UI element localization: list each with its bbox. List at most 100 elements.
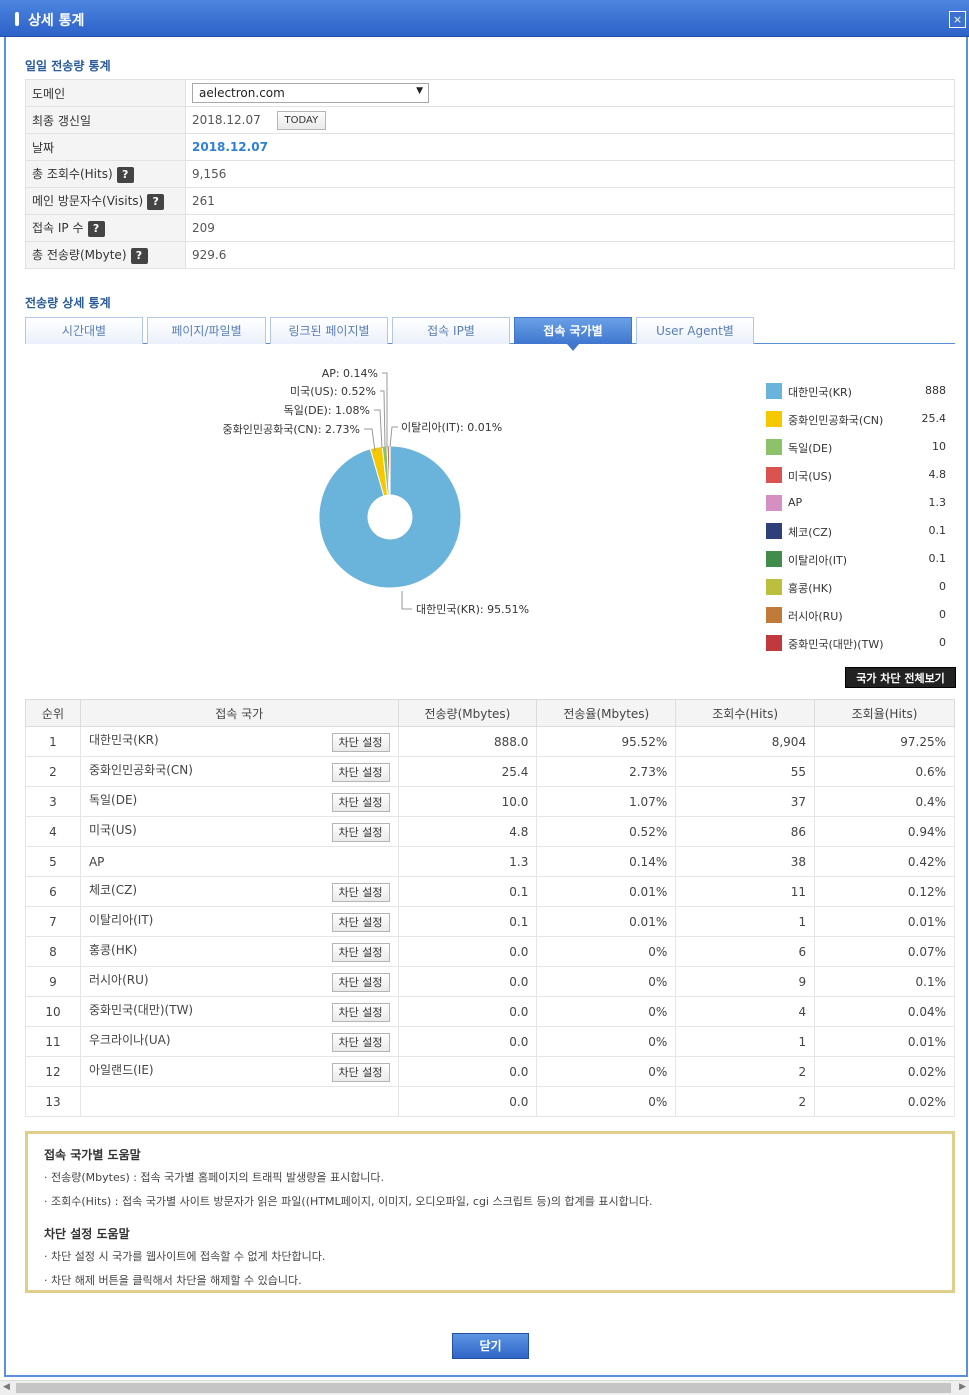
cell-rank: 12	[25, 1056, 81, 1087]
legend-value: 25.4	[921, 412, 947, 425]
cell-transfer: 0.0	[397, 966, 538, 997]
tab-user-agent[interactable]: User Agent별	[636, 317, 754, 344]
country-name: 독일(DE)	[88, 793, 138, 807]
pie-slice-label: 대한민국(KR): 95.51%	[416, 603, 529, 616]
tab-country-label: 접속 국가별	[543, 324, 603, 338]
block-setting-button[interactable]: 차단 설정	[331, 913, 390, 932]
daily-info-table: 도메인 aelectron.com ▼ 최종 갱신일 2018.12.07 TO…	[25, 79, 955, 269]
country-name: 아일랜드(IE)	[88, 1063, 154, 1077]
row-date: 날짜 2018.12.07	[25, 133, 955, 161]
pie-leader-line	[401, 591, 412, 610]
legend-name: 이탈리아(IT)	[788, 554, 848, 567]
help-icon[interactable]: ?	[147, 193, 165, 210]
legend-name: 중화민국(대만)(TW)	[788, 638, 884, 651]
ips-value: 209	[185, 214, 955, 242]
cell-hit-rate: 0.1%	[814, 966, 955, 997]
table-row: 9 차단 설정 러시아(RU) 0.0 0% 9 0.1%	[25, 966, 955, 997]
legend-name: 홍콩(HK)	[788, 582, 833, 595]
date-label: 날짜	[25, 133, 186, 161]
table-row: 13 0.0 0% 2 0.02%	[25, 1086, 955, 1117]
cell-transfer: 10.0	[397, 786, 538, 817]
cell-transfer-rate: 0.01%	[536, 906, 677, 937]
cell-transfer: 25.4	[397, 756, 538, 787]
cell-rank: 4	[25, 816, 81, 847]
block-setting-button[interactable]: 차단 설정	[331, 793, 390, 812]
pie-slice-label: 중화인민공화국(CN): 2.73%	[223, 423, 360, 436]
today-button[interactable]: TODAY	[276, 110, 327, 130]
scroll-left-icon[interactable]: ◀	[3, 1382, 10, 1392]
legend-value: 0.1	[928, 524, 947, 537]
tab-ip[interactable]: 접속 IP별	[392, 317, 510, 344]
legend-item: 중화인민공화국(CN) 25.4	[766, 406, 948, 434]
cell-country: 차단 설정 대한민국(KR)	[79, 726, 399, 757]
cell-hits: 1	[675, 906, 816, 937]
legend-name: 체코(CZ)	[788, 526, 833, 539]
legend-item: 홍콩(HK) 0	[766, 574, 948, 602]
domain-select[interactable]: aelectron.com ▼	[192, 83, 429, 103]
cell-country: 차단 설정 독일(DE)	[79, 786, 399, 817]
legend-swatch	[766, 579, 782, 595]
legend-swatch	[766, 411, 782, 427]
cell-rank: 8	[25, 936, 81, 967]
tab-time[interactable]: 시간대별	[25, 317, 143, 344]
cell-country: 차단 설정 중화인민공화국(CN)	[79, 756, 399, 787]
block-setting-button[interactable]: 차단 설정	[331, 823, 390, 842]
block-setting-button[interactable]: 차단 설정	[331, 1003, 390, 1022]
cell-rank: 2	[25, 756, 81, 787]
help-icon[interactable]: ?	[130, 247, 148, 264]
active-tab-caret-icon	[567, 344, 579, 351]
pie-slices	[318, 445, 462, 589]
country-stats-table: 순위 접속 국가 전송량(Mbytes) 전송율(Mbytes) 조회수(Hit…	[25, 699, 955, 1117]
tab-linked-page[interactable]: 링크된 페이지별	[270, 317, 388, 344]
country-name: AP	[88, 854, 105, 869]
block-setting-button[interactable]: 차단 설정	[331, 1063, 390, 1082]
detail-tabs: 시간대별 페이지/파일별 링크된 페이지별 접속 IP별 접속 국가별 User…	[25, 317, 955, 351]
table-row: 10 차단 설정 중화민국(대만)(TW) 0.0 0% 4 0.04%	[25, 996, 955, 1027]
scroll-right-icon[interactable]: ▶	[959, 1382, 966, 1392]
cell-rank: 7	[25, 906, 81, 937]
legend-value: 10	[932, 440, 946, 453]
cell-hit-rate: 0.6%	[814, 756, 955, 787]
country-name: 대한민국(KR)	[88, 733, 159, 747]
cell-country: 차단 설정 러시아(RU)	[79, 966, 399, 997]
row-ips: 접속 IP 수? 209	[25, 214, 955, 242]
transfer-value: 929.6	[185, 241, 955, 269]
cell-hit-rate: 0.01%	[814, 1026, 955, 1057]
help-icon[interactable]: ?	[116, 166, 134, 183]
block-setting-button[interactable]: 차단 설정	[331, 733, 390, 752]
cell-transfer: 0.1	[397, 906, 538, 937]
cell-hits: 9	[675, 966, 816, 997]
cell-hit-rate: 0.4%	[814, 786, 955, 817]
horizontal-scrollbar[interactable]: ◀ ▶	[0, 1380, 969, 1395]
table-row: 5 AP 1.3 0.14% 38 0.42%	[25, 846, 955, 877]
cell-country: 차단 설정 이탈리아(IT)	[79, 906, 399, 937]
table-row: 8 차단 설정 홍콩(HK) 0.0 0% 6 0.07%	[25, 936, 955, 967]
legend-item: 이탈리아(IT) 0.1	[766, 546, 948, 574]
block-setting-button[interactable]: 차단 설정	[331, 973, 390, 992]
header-transfer: 전송량(Mbytes)	[397, 699, 538, 727]
row-updated: 최종 갱신일 2018.12.07 TODAY	[25, 106, 955, 134]
block-setting-button[interactable]: 차단 설정	[331, 943, 390, 962]
legend-value: 1.3	[928, 496, 947, 509]
country-name: 미국(US)	[88, 823, 137, 837]
close-button[interactable]: 닫기	[452, 1333, 529, 1359]
tab-country[interactable]: 접속 국가별	[514, 317, 632, 351]
hits-label: 총 조회수(Hits)	[32, 167, 113, 182]
country-donut-chart: 대한민국(KR): 95.51% 중화인민공화국(CN): 2.73% 독일(DE)…	[223, 367, 530, 616]
help-icon[interactable]: ?	[87, 220, 105, 237]
cell-hits: 11	[675, 876, 816, 907]
scrollbar-thumb[interactable]	[16, 1383, 951, 1393]
block-all-button[interactable]: 국가 차단 전체보기	[845, 667, 956, 688]
tab-page-file[interactable]: 페이지/파일별	[147, 317, 266, 344]
pie-leader-line	[389, 426, 398, 448]
help-box: 접속 국가별 도움말 · 전송량(Mbytes) : 접속 국가별 홈페이지의 …	[25, 1131, 955, 1293]
cell-transfer-rate: 0%	[536, 1026, 677, 1057]
block-setting-button[interactable]: 차단 설정	[331, 763, 390, 782]
cell-hits: 2	[675, 1086, 816, 1117]
legend-item: 독일(DE) 10	[766, 434, 948, 462]
block-setting-button[interactable]: 차단 설정	[331, 1033, 390, 1052]
block-setting-button[interactable]: 차단 설정	[331, 883, 390, 902]
cell-transfer-rate: 2.73%	[536, 756, 677, 787]
close-icon[interactable]: ×	[949, 11, 966, 28]
row-hits: 총 조회수(Hits)? 9,156	[25, 160, 955, 188]
